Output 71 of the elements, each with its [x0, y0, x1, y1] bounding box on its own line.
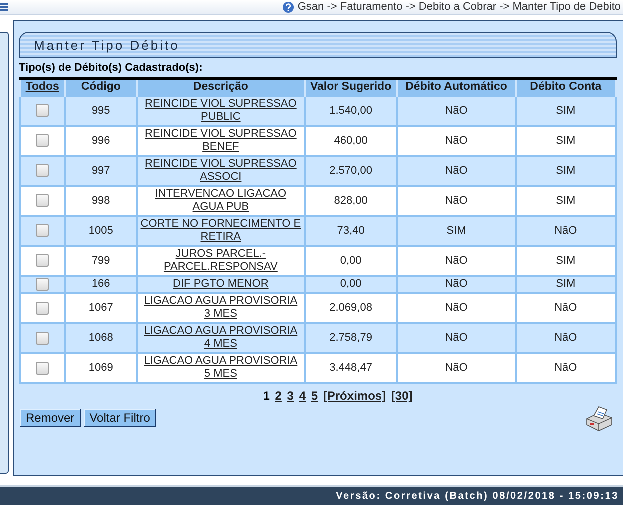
automatic-cell: NãO	[445, 134, 468, 146]
automatic-cell: NãO	[445, 104, 468, 116]
value-cell: 73,40	[337, 224, 365, 236]
printer-icon[interactable]	[585, 406, 613, 432]
automatic-cell: NãO	[445, 302, 468, 314]
automatic-cell: NãO	[445, 332, 468, 344]
back-to-filter-button[interactable]: Voltar Filtro	[84, 409, 156, 428]
account-cell: SIM	[556, 278, 576, 290]
value-cell: 0,00	[340, 254, 362, 266]
value-cell: 828,00	[334, 194, 368, 206]
automatic-cell: NãO	[445, 254, 468, 266]
value-cell: 2.758,79	[330, 332, 372, 344]
account-cell: SIM	[556, 194, 576, 206]
code-cell: 1068	[88, 332, 114, 344]
current-page: 1	[263, 389, 270, 404]
row-checkbox[interactable]	[36, 134, 50, 148]
table-caption: Tipo(s) de Débito(s) Cadastrado(s):	[19, 62, 204, 74]
row-checkbox[interactable]	[36, 302, 50, 315]
column-header: Descrição	[193, 81, 248, 93]
row-checkbox[interactable]	[36, 254, 50, 268]
automatic-cell: NãO	[445, 194, 468, 206]
next-page-link[interactable]: [Próximos]	[323, 389, 386, 404]
panel-title: Manter Tipo Débito	[34, 38, 180, 52]
row-checkbox[interactable]	[36, 194, 50, 208]
automatic-cell: SIM	[446, 224, 466, 236]
value-cell: 3.448,47	[330, 362, 372, 374]
automatic-cell: NãO	[445, 362, 468, 374]
row-checkbox[interactable]	[36, 332, 50, 345]
automatic-cell: NãO	[445, 278, 468, 290]
row-checkbox[interactable]	[36, 104, 50, 118]
account-cell: NãO	[554, 332, 578, 344]
column-header: Valor Sugerido	[310, 81, 392, 93]
column-header: Débito Conta	[530, 81, 602, 93]
remove-button[interactable]: Remover	[20, 409, 81, 428]
help-icon[interactable]	[282, 2, 294, 12]
code-cell: 995	[92, 104, 110, 116]
account-cell: SIM	[556, 134, 576, 146]
page-link[interactable]: 4	[299, 389, 306, 404]
code-cell: 1069	[88, 362, 114, 374]
account-cell: NãO	[554, 302, 578, 314]
row-checkbox[interactable]	[36, 362, 50, 375]
code-cell: 799	[92, 254, 110, 266]
account-cell: SIM	[556, 104, 576, 116]
last-page-link[interactable]: [30]	[391, 389, 413, 404]
account-cell: NãO	[554, 362, 578, 374]
value-cell: 2.069,08	[330, 302, 372, 314]
code-cell: 998	[92, 194, 110, 206]
code-cell: 996	[92, 134, 110, 146]
value-cell: 1.540,00	[330, 104, 372, 116]
breadcrumb: Gsan -> Faturamento -> Debito a Cobrar -> Manter Tipo de Debito	[298, 1, 621, 13]
value-cell: 2.570,00	[330, 164, 372, 176]
code-cell: 166	[92, 278, 110, 290]
account-cell: NãO	[554, 224, 578, 236]
row-checkbox[interactable]	[36, 224, 50, 238]
page-link[interactable]: 5	[311, 389, 318, 404]
column-header: Código	[81, 81, 121, 93]
value-cell: 460,00	[334, 134, 368, 146]
account-cell: SIM	[556, 254, 576, 266]
value-cell: 0,00	[340, 278, 362, 290]
page-link[interactable]: 3	[287, 389, 294, 404]
version-info: Versão: Corretiva (Batch) 08/02/2018 - 15:09:13	[336, 490, 619, 502]
menu-icon[interactable]	[0, 3, 8, 11]
code-cell: 997	[92, 164, 110, 176]
column-header: Débito Automático	[406, 81, 508, 93]
code-cell: 1005	[88, 224, 114, 236]
account-cell: SIM	[556, 164, 576, 176]
page-link[interactable]: 2	[275, 389, 282, 404]
automatic-cell: NãO	[445, 164, 468, 176]
code-cell: 1067	[88, 302, 114, 314]
row-checkbox[interactable]	[36, 278, 50, 291]
row-checkbox[interactable]	[36, 164, 50, 178]
